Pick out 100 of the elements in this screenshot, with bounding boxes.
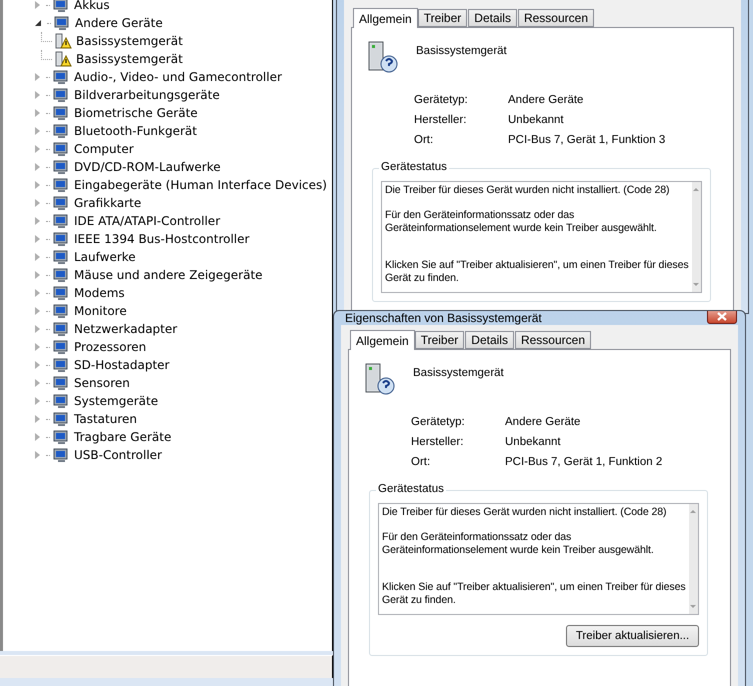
expand-toggle[interactable] (35, 109, 40, 117)
tree-item[interactable]: SD-Hostadapter (74, 358, 170, 372)
device-warning-icon (55, 33, 72, 49)
tree-item[interactable]: DVD/CD-ROM-Laufwerke (74, 160, 221, 174)
device-icon (53, 87, 70, 103)
property-label: Ort: (414, 134, 434, 146)
group-title: Gerätestatus (379, 161, 449, 173)
tab[interactable]: Treiber (414, 331, 464, 349)
expand-toggle[interactable] (35, 451, 40, 459)
device-icon (53, 303, 70, 319)
tree-item[interactable]: Netzwerkadapter (74, 322, 178, 336)
device-icon (53, 195, 70, 211)
device-question-icon (366, 40, 400, 74)
expand-toggle[interactable] (35, 379, 40, 387)
tab[interactable]: Allgemein (353, 8, 418, 28)
tree-item[interactable]: Eingabegeräte (Human Interface Devices) (74, 178, 327, 192)
tree-item[interactable]: Bildverarbeitungsgeräte (74, 88, 220, 102)
device-icon (53, 105, 70, 121)
expand-toggle[interactable] (35, 307, 40, 315)
device-icon (53, 123, 70, 139)
tab[interactable]: Treiber (418, 9, 468, 27)
close-icon (717, 312, 727, 320)
device-name: Basissystemgerät (416, 45, 507, 57)
property-value: PCI-Bus 7, Gerät 1, Funktion 3 (508, 134, 666, 146)
device-icon (53, 357, 70, 373)
tree-item[interactable]: Computer (74, 142, 134, 156)
expand-toggle[interactable] (35, 1, 40, 9)
tab[interactable]: Ressourcen (514, 331, 591, 349)
tab[interactable]: Allgemein (350, 330, 415, 350)
expand-toggle[interactable] (35, 343, 40, 351)
tree-item[interactable]: Akkus (74, 0, 110, 12)
property-label: Gerätetyp: (411, 416, 466, 428)
expand-toggle[interactable] (35, 253, 40, 261)
expand-toggle[interactable] (35, 325, 40, 333)
expand-toggle[interactable] (35, 397, 40, 405)
tree-item[interactable]: Modems (74, 286, 125, 300)
expand-toggle[interactable] (35, 181, 40, 189)
expand-toggle[interactable] (35, 289, 40, 297)
tree-item[interactable]: IDE ATA/ATAPI-Controller (74, 214, 220, 228)
tree-item[interactable]: Basissystemgerät (76, 52, 183, 66)
tree-item[interactable]: Andere Geräte (75, 16, 163, 30)
status-text: Die Treiber für dieses Gerät wurden nicht installiert. (Code 28) Für den Geräteinformationssatz oder das Geräteinformationselement wurde kein Treiber ausgewählt. Klicken Sie auf "Treiber aktualisieren", um einen Treiber für dieses Gerät zu finden. (381, 505, 687, 608)
expand-toggle[interactable] (35, 217, 40, 225)
status-text: Die Treiber für dieses Gerät wurden nicht installiert. (Code 28) Für den Geräteinformationssatz oder das Geräteinformationselement wurde kein Treiber ausgewählt. Klicken Sie auf "Treiber aktualisieren", um einen Treiber für dieses Gerät zu finden. (384, 183, 690, 286)
device-icon (53, 339, 70, 355)
tree-item[interactable]: Biometrische Geräte (74, 106, 198, 120)
device-question-icon (363, 362, 397, 396)
property-value: Andere Geräte (505, 416, 582, 428)
tree-item[interactable]: Bluetooth-Funkgerät (74, 124, 197, 138)
expand-toggle[interactable] (35, 20, 41, 26)
scrollbar[interactable] (692, 182, 701, 292)
property-value: Andere Geräte (508, 94, 584, 106)
expand-toggle[interactable] (35, 127, 40, 135)
tab[interactable]: Details (465, 331, 514, 349)
tree-item[interactable]: Tragbare Geräte (74, 430, 172, 444)
tree-item[interactable]: IEEE 1394 Bus-Hostcontroller (74, 232, 250, 246)
device-icon (53, 267, 70, 283)
device-icon (53, 285, 70, 301)
device-icon (53, 69, 70, 85)
property-value: Unbekannt (505, 436, 562, 448)
property-label: Ort: (411, 456, 432, 468)
expand-toggle[interactable] (35, 415, 40, 423)
tree-item[interactable]: Systemgeräte (74, 394, 158, 408)
expand-toggle[interactable] (35, 199, 40, 207)
device-icon (53, 321, 70, 337)
group-title: Gerätestatus (376, 483, 446, 495)
expand-toggle[interactable] (35, 235, 40, 243)
device-icon (53, 375, 70, 391)
tree-item[interactable]: Tastaturen (74, 412, 137, 426)
tab[interactable]: Ressourcen (518, 9, 594, 27)
tab[interactable]: Details (468, 9, 517, 27)
device-icon (53, 447, 70, 463)
device-icon (53, 213, 70, 229)
tree-item[interactable]: Basissystemgerät (76, 34, 183, 48)
close-button[interactable] (707, 311, 737, 324)
expand-toggle[interactable] (35, 73, 40, 81)
expand-toggle[interactable] (35, 361, 40, 369)
device-icon (53, 249, 70, 265)
device-icon (53, 177, 70, 193)
device-icon (53, 159, 70, 175)
tree-item[interactable]: Audio-, Video- und Gamecontroller (74, 70, 282, 84)
expand-toggle[interactable] (35, 271, 40, 279)
tree-item[interactable]: Grafikkarte (74, 196, 142, 210)
device-icon (53, 429, 70, 445)
tree-item[interactable]: Laufwerke (74, 250, 136, 264)
tree-item[interactable]: USB-Controller (74, 448, 162, 462)
tree-item[interactable]: Mäuse und andere Zeigegeräte (74, 268, 263, 282)
device-icon (53, 0, 70, 13)
expand-toggle[interactable] (35, 163, 40, 171)
dialog-title: Eigenschaften von Basissystemgerät (345, 311, 542, 325)
tree-item[interactable]: Sensoren (74, 376, 130, 390)
update-driver-button[interactable]: Treiber aktualisieren... (566, 625, 699, 647)
tree-item[interactable]: Prozessoren (74, 340, 146, 354)
expand-toggle[interactable] (35, 433, 40, 441)
expand-toggle[interactable] (35, 145, 40, 153)
device-icon (53, 411, 70, 427)
tree-item[interactable]: Monitore (74, 304, 127, 318)
scrollbar[interactable] (688, 504, 698, 614)
expand-toggle[interactable] (35, 91, 40, 99)
property-label: Gerätetyp: (414, 94, 469, 106)
